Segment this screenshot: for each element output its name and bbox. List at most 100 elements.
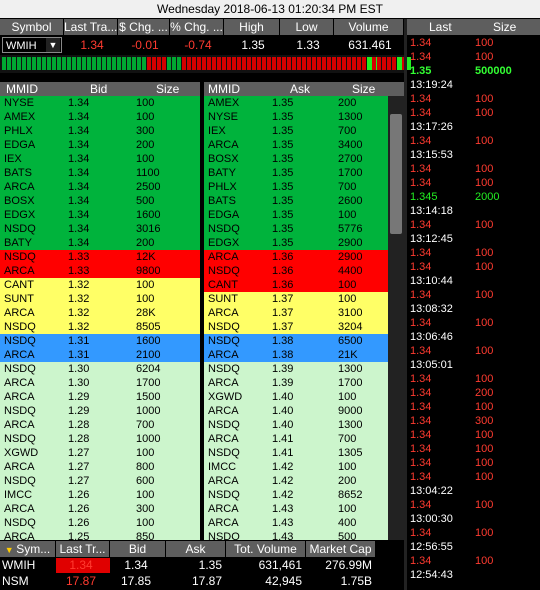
book-mmid: ARCA bbox=[4, 503, 35, 515]
book-row[interactable]: NSDQ 1.34 3016 bbox=[0, 222, 200, 236]
book-row[interactable]: ARCA 1.27 800 bbox=[0, 460, 200, 474]
tick-bar bbox=[267, 57, 271, 70]
watchlist-row[interactable]: WMIH 1.34 1.34 1.35 631,461 276.99M bbox=[0, 558, 376, 573]
quote-col-last-trade[interactable]: Last Tra... bbox=[64, 19, 118, 35]
book-row[interactable]: ARCA 1.31 2100 bbox=[0, 348, 200, 362]
watchlist-row[interactable]: NSM 17.87 17.85 17.87 42,945 1.75B bbox=[0, 574, 376, 589]
book-row[interactable]: IMCC 1.26 100 bbox=[0, 488, 200, 502]
book-row[interactable]: NSDQ 1.37 3204 bbox=[204, 320, 388, 334]
book-row[interactable]: NSDQ 1.35 5776 bbox=[204, 222, 388, 236]
book-row[interactable]: ARCA 1.40 9000 bbox=[204, 404, 388, 418]
book-row[interactable]: NSDQ 1.42 8652 bbox=[204, 488, 388, 502]
book-row[interactable]: NSDQ 1.30 6204 bbox=[0, 362, 200, 376]
book-row[interactable]: PHLX 1.34 300 bbox=[0, 124, 200, 138]
book-mmid: ARCA bbox=[4, 531, 35, 540]
watchlist-col-ask[interactable]: Ask bbox=[166, 541, 226, 557]
book-row[interactable]: NSDQ 1.33 12K bbox=[0, 250, 200, 264]
book-row[interactable]: ARCA 1.38 21K bbox=[204, 348, 388, 362]
book-row[interactable]: CANT 1.36 100 bbox=[204, 278, 388, 292]
tick-bar bbox=[127, 57, 131, 70]
quote-col-volume[interactable]: Volume bbox=[334, 19, 404, 35]
book-row[interactable]: AMEX 1.35 200 bbox=[204, 96, 388, 110]
book-size: 600 bbox=[136, 475, 155, 487]
quote-col-percent-change[interactable]: % Chg. ... bbox=[170, 19, 224, 35]
book-row[interactable]: XGWD 1.40 100 bbox=[204, 390, 388, 404]
book-row[interactable]: NSDQ 1.41 1305 bbox=[204, 446, 388, 460]
book-row[interactable]: BATS 1.34 1100 bbox=[0, 166, 200, 180]
book-row[interactable]: ARCA 1.25 850 bbox=[0, 530, 200, 540]
book-price: 1.32 bbox=[68, 307, 90, 319]
watchlist-col-bid[interactable]: Bid bbox=[110, 541, 166, 557]
book-row[interactable]: EDGA 1.34 200 bbox=[0, 138, 200, 152]
book-row[interactable]: NSDQ 1.29 1000 bbox=[0, 404, 200, 418]
book-size: 1300 bbox=[338, 419, 363, 431]
book-price: 1.43 bbox=[272, 531, 294, 540]
book-row[interactable]: NSDQ 1.32 8505 bbox=[0, 320, 200, 334]
book-row[interactable]: ARCA 1.33 9800 bbox=[0, 264, 200, 278]
book-row[interactable]: ARCA 1.39 1700 bbox=[204, 376, 388, 390]
book-row[interactable]: ARCA 1.30 1700 bbox=[0, 376, 200, 390]
book-row[interactable]: ARCA 1.26 300 bbox=[0, 502, 200, 516]
book-row[interactable]: NSDQ 1.43 500 bbox=[204, 530, 388, 540]
book-row[interactable]: NYSE 1.35 1300 bbox=[204, 110, 388, 124]
book-row[interactable]: NSDQ 1.27 600 bbox=[0, 474, 200, 488]
book-row[interactable]: NSDQ 1.28 1000 bbox=[0, 432, 200, 446]
book-row[interactable]: PHLX 1.35 700 bbox=[204, 180, 388, 194]
book-row[interactable]: IEX 1.34 100 bbox=[0, 152, 200, 166]
ts-time-row: 13:17:26 bbox=[407, 120, 540, 134]
book-row[interactable]: CANT 1.32 100 bbox=[0, 278, 200, 292]
ask-book-scrollbar[interactable] bbox=[388, 96, 404, 540]
quote-col-high[interactable]: High bbox=[224, 19, 280, 35]
book-row[interactable]: ARCA 1.36 2900 bbox=[204, 250, 388, 264]
scrollbar-thumb[interactable] bbox=[390, 114, 402, 234]
book-row[interactable]: EDGX 1.34 1600 bbox=[0, 208, 200, 222]
book-row[interactable]: NSDQ 1.39 1300 bbox=[204, 362, 388, 376]
book-row[interactable]: BATS 1.35 2600 bbox=[204, 194, 388, 208]
book-row[interactable]: ARCA 1.35 3400 bbox=[204, 138, 388, 152]
book-row[interactable]: BOSX 1.35 2700 bbox=[204, 152, 388, 166]
book-row[interactable]: NSDQ 1.40 1300 bbox=[204, 418, 388, 432]
quote-col-symbol[interactable]: Symbol bbox=[0, 19, 64, 35]
book-row[interactable]: IMCC 1.42 100 bbox=[204, 460, 388, 474]
sort-down-icon[interactable]: ▼ bbox=[5, 545, 16, 555]
book-row[interactable]: ARCA 1.37 3100 bbox=[204, 306, 388, 320]
book-row[interactable]: ARCA 1.41 700 bbox=[204, 432, 388, 446]
watchlist-col-symbol[interactable]: ▼ Sym... bbox=[0, 541, 56, 557]
book-row[interactable]: BATY 1.35 1700 bbox=[204, 166, 388, 180]
watchlist-col-market-cap[interactable]: Market Cap bbox=[306, 541, 376, 557]
book-row[interactable]: ARCA 1.42 200 bbox=[204, 474, 388, 488]
quote-col-low[interactable]: Low bbox=[280, 19, 334, 35]
ts-trade-row: 1.34 100 bbox=[407, 36, 540, 50]
book-row[interactable]: NSDQ 1.31 1600 bbox=[0, 334, 200, 348]
book-row[interactable]: XGWD 1.27 100 bbox=[0, 446, 200, 460]
book-row[interactable]: IEX 1.35 700 bbox=[204, 124, 388, 138]
book-row[interactable]: ARCA 1.34 2500 bbox=[0, 180, 200, 194]
book-mmid: NSDQ bbox=[208, 321, 240, 333]
book-row[interactable]: NSDQ 1.38 6500 bbox=[204, 334, 388, 348]
book-row[interactable]: EDGA 1.35 100 bbox=[204, 208, 388, 222]
tick-bar bbox=[197, 57, 201, 70]
book-row[interactable]: BATY 1.34 200 bbox=[0, 236, 200, 250]
book-mmid: ARCA bbox=[4, 307, 35, 319]
book-row[interactable]: ARCA 1.43 400 bbox=[204, 516, 388, 530]
book-row[interactable]: SUNT 1.37 100 bbox=[204, 292, 388, 306]
chevron-down-icon[interactable]: ▼ bbox=[46, 38, 60, 52]
book-size: 200 bbox=[136, 139, 155, 151]
book-row[interactable]: BOSX 1.34 500 bbox=[0, 194, 200, 208]
watchlist-col-total-volume[interactable]: Tot. Volume bbox=[226, 541, 306, 557]
book-row[interactable]: ARCA 1.43 100 bbox=[204, 502, 388, 516]
book-row[interactable]: AMEX 1.34 100 bbox=[0, 110, 200, 124]
book-row[interactable]: EDGX 1.35 2900 bbox=[204, 236, 388, 250]
book-row[interactable]: ARCA 1.28 700 bbox=[0, 418, 200, 432]
book-row[interactable]: NYSE 1.34 100 bbox=[0, 96, 200, 110]
watchlist-col-last-trade[interactable]: Last Tr... bbox=[56, 541, 110, 557]
time-sales-list[interactable]: 1.34 100 1.34 100 1.35 500000 13:19:24 1.34 100 1… bbox=[407, 36, 540, 590]
book-row[interactable]: ARCA 1.32 28K bbox=[0, 306, 200, 320]
book-row[interactable]: SUNT 1.32 100 bbox=[0, 292, 200, 306]
quote-col-dollar-change[interactable]: $ Chg. ... bbox=[118, 19, 170, 35]
book-row[interactable]: NSDQ 1.36 4400 bbox=[204, 264, 388, 278]
symbol-input[interactable]: WMIH ▼ bbox=[2, 37, 62, 53]
book-mmid: BATY bbox=[208, 167, 236, 179]
book-row[interactable]: ARCA 1.29 1500 bbox=[0, 390, 200, 404]
book-row[interactable]: NSDQ 1.26 100 bbox=[0, 516, 200, 530]
